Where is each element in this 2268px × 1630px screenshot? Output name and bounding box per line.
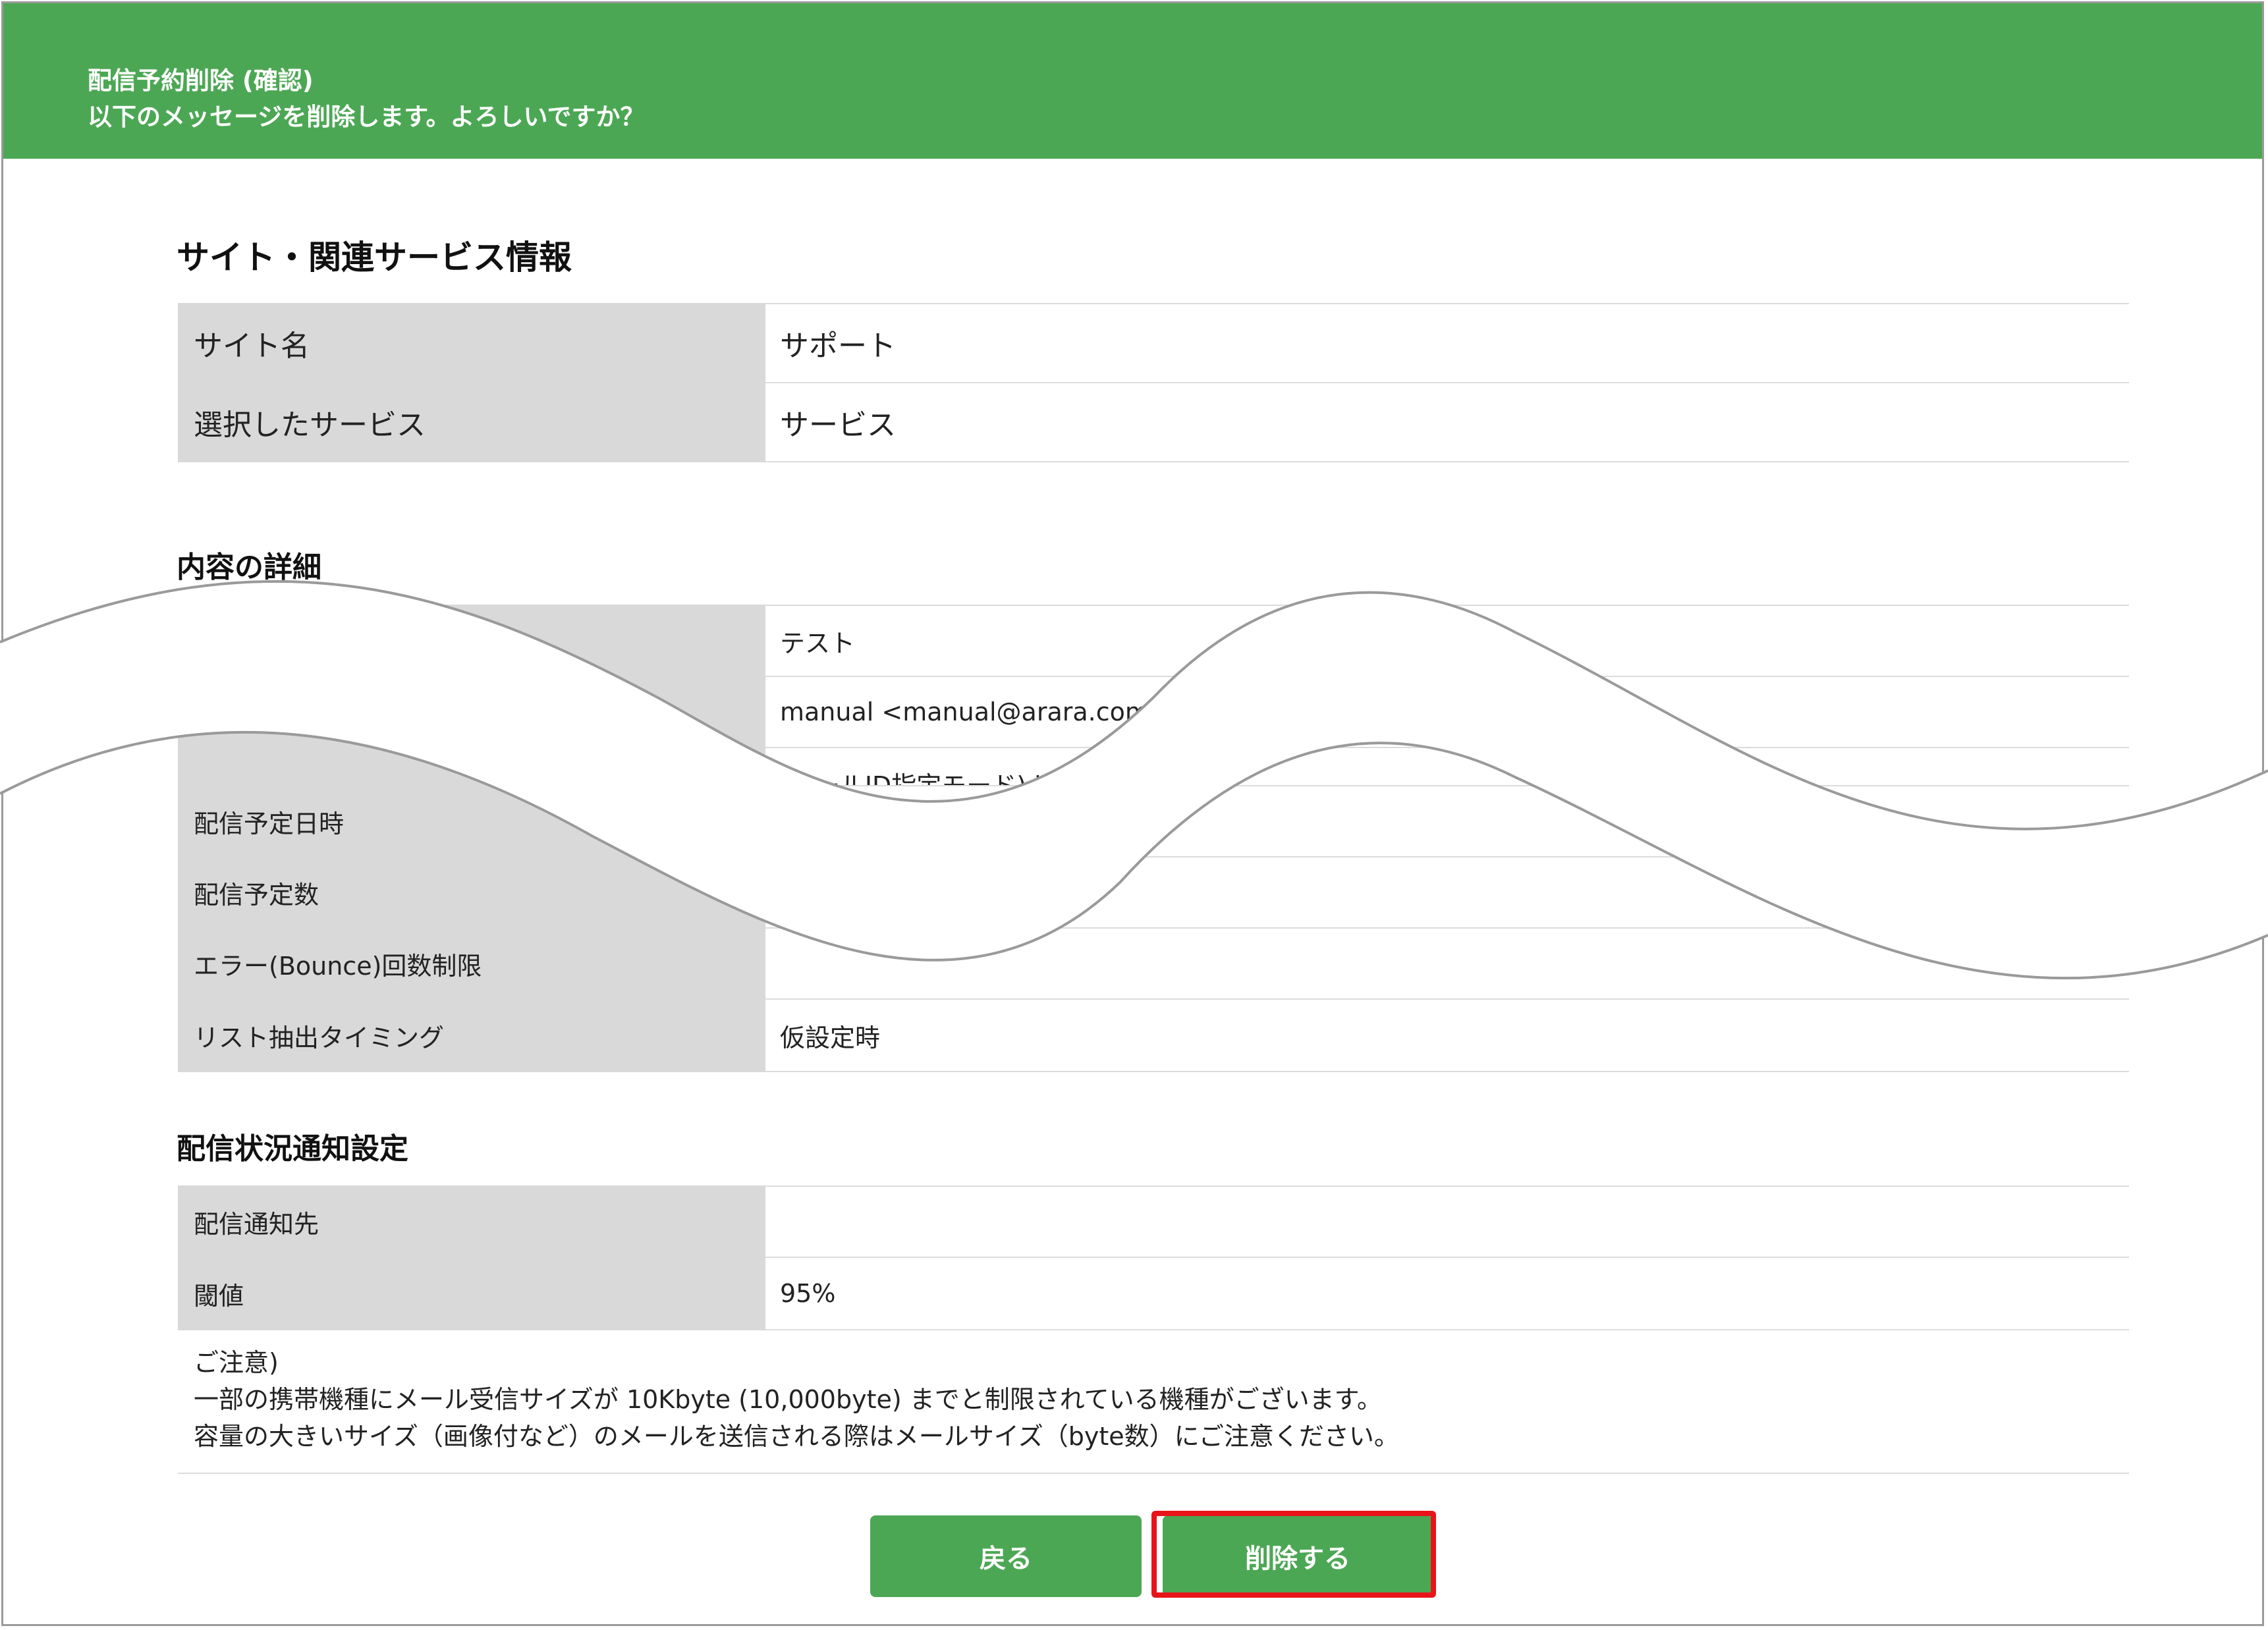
- back-button[interactable]: 戻る: [870, 1515, 1142, 1597]
- service-row: 選択したサービス サービス: [178, 382, 2129, 462]
- site-section-title: サイト・関連サービス情報: [177, 238, 572, 277]
- delete-button[interactable]: 削除する: [1163, 1515, 1433, 1597]
- caution-note: ご注意) 一部の携帯機種にメール受信サイズが 10Kbyte (10,000by…: [178, 1330, 2129, 1474]
- list-timing-value: 仮設定時: [765, 998, 2129, 1072]
- list-timing-label: リスト抽出タイミング: [178, 998, 765, 1072]
- schedule-count-label: 配信予定数: [178, 856, 765, 929]
- site-name-label: サイト名: [178, 303, 765, 383]
- schedule-count-value: [765, 856, 2129, 929]
- site-name-row: サイト名 サポート: [178, 303, 2129, 383]
- notify-destination-row: 配信通知先: [178, 1185, 2129, 1258]
- schedule-datetime-value: [765, 785, 2129, 857]
- list-timing-row: リスト抽出タイミング 仮設定時: [178, 998, 2129, 1072]
- details-section-title: 内容の詳細: [177, 551, 321, 584]
- threshold-value: 95%: [765, 1257, 2129, 1330]
- notify-section-title: 配信状況通知設定: [177, 1132, 408, 1166]
- bounce-limit-row: エラー(Bounce)回数制限: [178, 927, 2129, 1000]
- notify-destination-label: 配信通知先: [178, 1185, 765, 1258]
- detail-row: manual <manual@arara.com>: [178, 676, 2129, 748]
- dialog-frame: 配信予約削除 (確認) 以下のメッセージを削除します。よろしいですか？ サイト・…: [1, 1, 2264, 1626]
- caution-line: 容量の大きいサイズ（画像付など）のメールを送信される際はメールサイズ（byte数…: [194, 1422, 1399, 1451]
- bounce-limit-label: エラー(Bounce)回数制限: [178, 927, 765, 1000]
- subject-value: テスト: [765, 605, 2129, 677]
- caution-line: 一部の携帯機種にメール受信サイズが 10Kbyte (10,000byte) ま…: [194, 1385, 1382, 1414]
- site-name-value: サポート: [765, 303, 2129, 383]
- threshold-row: 閾値 95%: [178, 1257, 2129, 1330]
- header-title: 配信予約削除 (確認): [88, 67, 314, 95]
- confirm-header: 配信予約削除 (確認) 以下のメッセージを削除します。よろしいですか？: [3, 3, 2262, 159]
- schedule-datetime-row: 配信予定日時: [178, 785, 2129, 857]
- threshold-label: 閾値: [178, 1257, 765, 1330]
- caution-title: ご注意): [194, 1348, 279, 1377]
- detail-row: テスト: [178, 605, 2129, 677]
- sender-value: manual <manual@arara.com>: [765, 676, 2129, 748]
- service-value: サービス: [765, 382, 2129, 462]
- detail-label: [178, 676, 765, 748]
- schedule-datetime-label: 配信予定日時: [178, 785, 765, 857]
- service-label: 選択したサービス: [178, 382, 765, 462]
- header-message: 以下のメッセージを削除します。よろしいですか？: [88, 103, 645, 131]
- schedule-count-row: 配信予定数: [178, 856, 2129, 929]
- detail-label: [178, 605, 765, 677]
- notify-destination-value: [765, 1185, 2129, 1258]
- bounce-limit-value: [765, 927, 2129, 1000]
